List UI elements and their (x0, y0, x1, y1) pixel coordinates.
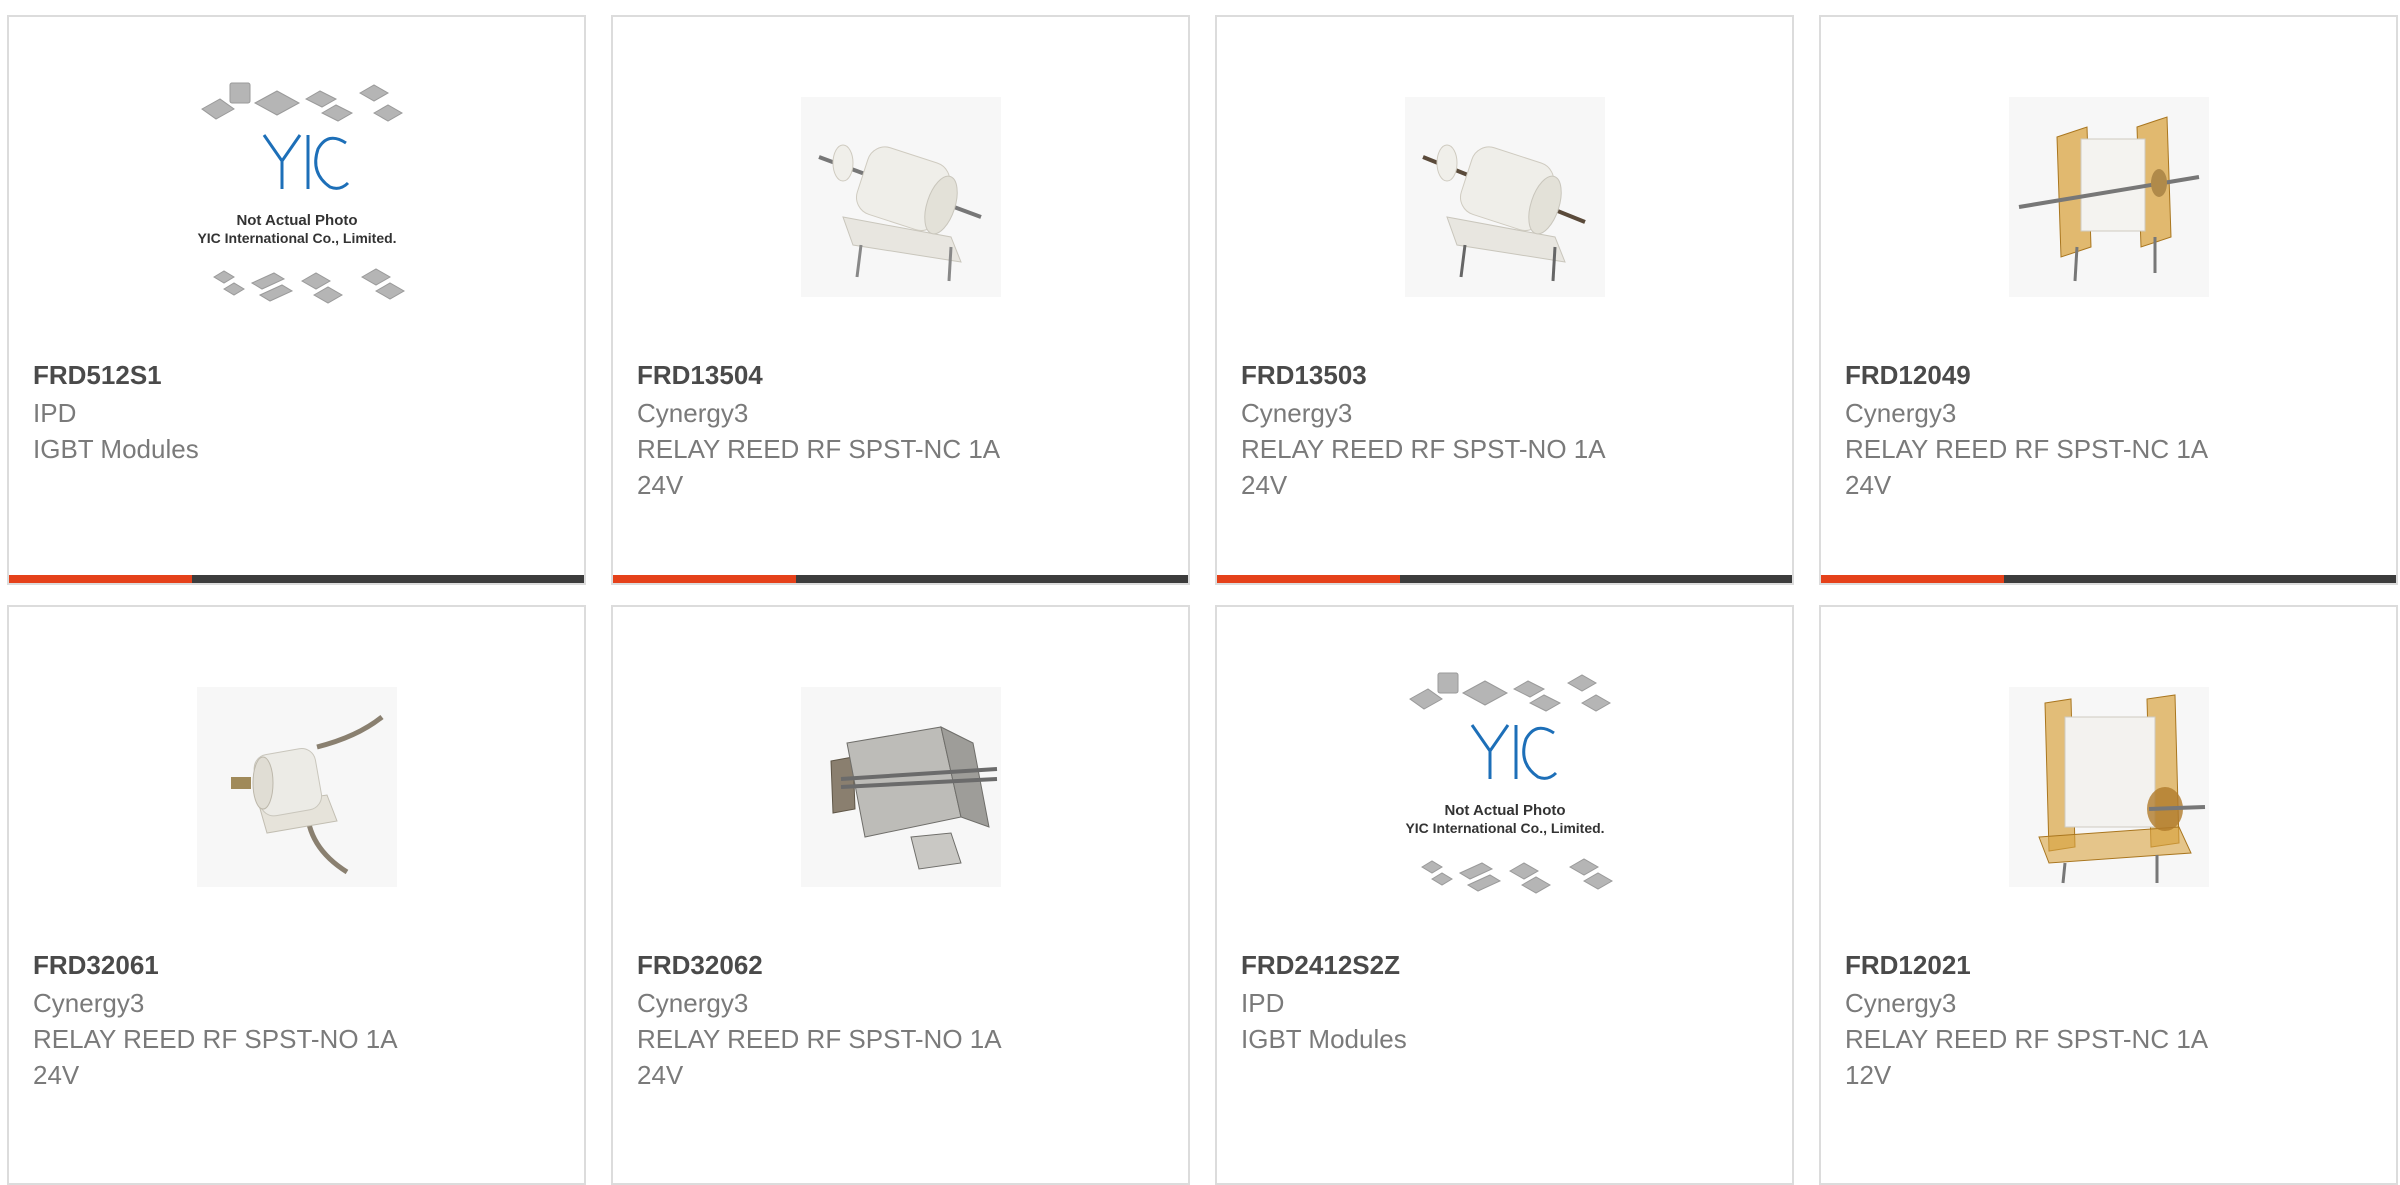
description: RELAY REED RF SPST-NC 1A (1845, 1024, 2209, 1054)
product-image[interactable] (1821, 77, 2396, 317)
description: RELAY REED RF SPST-NO 1A (1241, 434, 1606, 464)
description: RELAY REED RF SPST-NC 1A (1845, 434, 2209, 464)
part-number[interactable]: FRD12049 (1845, 357, 2376, 393)
product-image[interactable] (613, 667, 1188, 907)
product-image[interactable] (1821, 667, 2396, 907)
product-image[interactable]: Not Actual Photo YIC International Co., … (9, 77, 584, 317)
product-card[interactable]: Not Actual Photo YIC International Co., … (7, 15, 586, 585)
part-number[interactable]: FRD2412S2Z (1241, 947, 1772, 983)
card-footer-bar (1217, 575, 1792, 583)
card-footer-accent (1217, 575, 1400, 583)
part-number[interactable]: FRD32062 (637, 947, 1168, 983)
description: RELAY REED RF SPST-NC 1A (637, 434, 1001, 464)
description-line2: 24V (1845, 470, 1892, 500)
svg-text:Not Actual Photo: Not Actual Photo (236, 212, 357, 229)
reed-relay-leads-image (196, 687, 397, 887)
svg-text:YIC International Co., Limited: YIC International Co., Limited. (1405, 820, 1604, 836)
product-card[interactable]: FRD12021 Cynergy3 RELAY REED RF SPST-NC … (1819, 605, 2398, 1185)
product-card[interactable]: FRD13504 Cynergy3 RELAY REED RF SPST-NC … (611, 15, 1190, 585)
card-footer-bar (9, 575, 584, 583)
description: RELAY REED RF SPST-NO 1A (637, 1024, 1002, 1054)
description: IGBT Modules (1241, 1024, 1407, 1054)
svg-text:YIC International Co., Limited: YIC International Co., Limited. (197, 230, 396, 246)
card-footer-accent (9, 575, 192, 583)
product-image[interactable] (9, 667, 584, 907)
card-footer-accent (1821, 575, 2004, 583)
svg-text:Not Actual Photo: Not Actual Photo (1444, 802, 1565, 819)
brand: IPD (1241, 988, 1285, 1018)
product-image[interactable] (1217, 77, 1792, 317)
reed-relay-white-image (800, 97, 1001, 297)
product-card[interactable]: FRD32061 Cynergy3 RELAY REED RF SPST-NO … (7, 605, 586, 1185)
placeholder-image: Not Actual Photo YIC International Co., … (197, 82, 405, 304)
product-image[interactable]: Not Actual Photo YIC International Co., … (1217, 667, 1792, 907)
description-line2: 24V (1241, 470, 1288, 500)
part-number[interactable]: FRD32061 (33, 947, 564, 983)
brand: Cynergy3 (1241, 398, 1353, 428)
product-card[interactable]: Not Actual Photo YIC International Co., … (1215, 605, 1794, 1185)
brand: Cynergy3 (637, 988, 749, 1018)
product-card[interactable]: FRD13503 Cynergy3 RELAY REED RF SPST-NO … (1215, 15, 1794, 585)
card-footer-accent (613, 575, 796, 583)
card-footer-bar (1821, 575, 2396, 583)
product-image[interactable] (613, 77, 1188, 317)
brand: Cynergy3 (1845, 398, 1957, 428)
product-card[interactable]: FRD32062 Cynergy3 RELAY REED RF SPST-NO … (611, 605, 1190, 1185)
reed-relay-metal-image (800, 687, 1001, 887)
product-card[interactable]: FRD12049 Cynergy3 RELAY REED RF SPST-NC … (1819, 15, 2398, 585)
description-line2: 24V (33, 1060, 80, 1090)
brand: Cynergy3 (637, 398, 749, 428)
part-number[interactable]: FRD512S1 (33, 357, 564, 393)
reed-relay-amber-image (2008, 97, 2209, 297)
part-number[interactable]: FRD13503 (1241, 357, 1772, 393)
brand: Cynergy3 (33, 988, 145, 1018)
description-line2: 24V (637, 470, 684, 500)
part-number[interactable]: FRD12021 (1845, 947, 2376, 983)
description: RELAY REED RF SPST-NO 1A (33, 1024, 398, 1054)
description-line2: 24V (637, 1060, 684, 1090)
part-number[interactable]: FRD13504 (637, 357, 1168, 393)
placeholder-image: Not Actual Photo YIC International Co., … (1405, 672, 1613, 894)
product-grid: Not Actual Photo YIC International Co., … (0, 0, 2400, 1185)
description-line2: 12V (1845, 1060, 1892, 1090)
brand: IPD (33, 398, 77, 428)
description: IGBT Modules (33, 434, 199, 464)
reed-relay-amber-image (2008, 687, 2209, 887)
reed-relay-white-image (1404, 97, 1605, 297)
brand: Cynergy3 (1845, 988, 1957, 1018)
card-footer-bar (613, 575, 1188, 583)
